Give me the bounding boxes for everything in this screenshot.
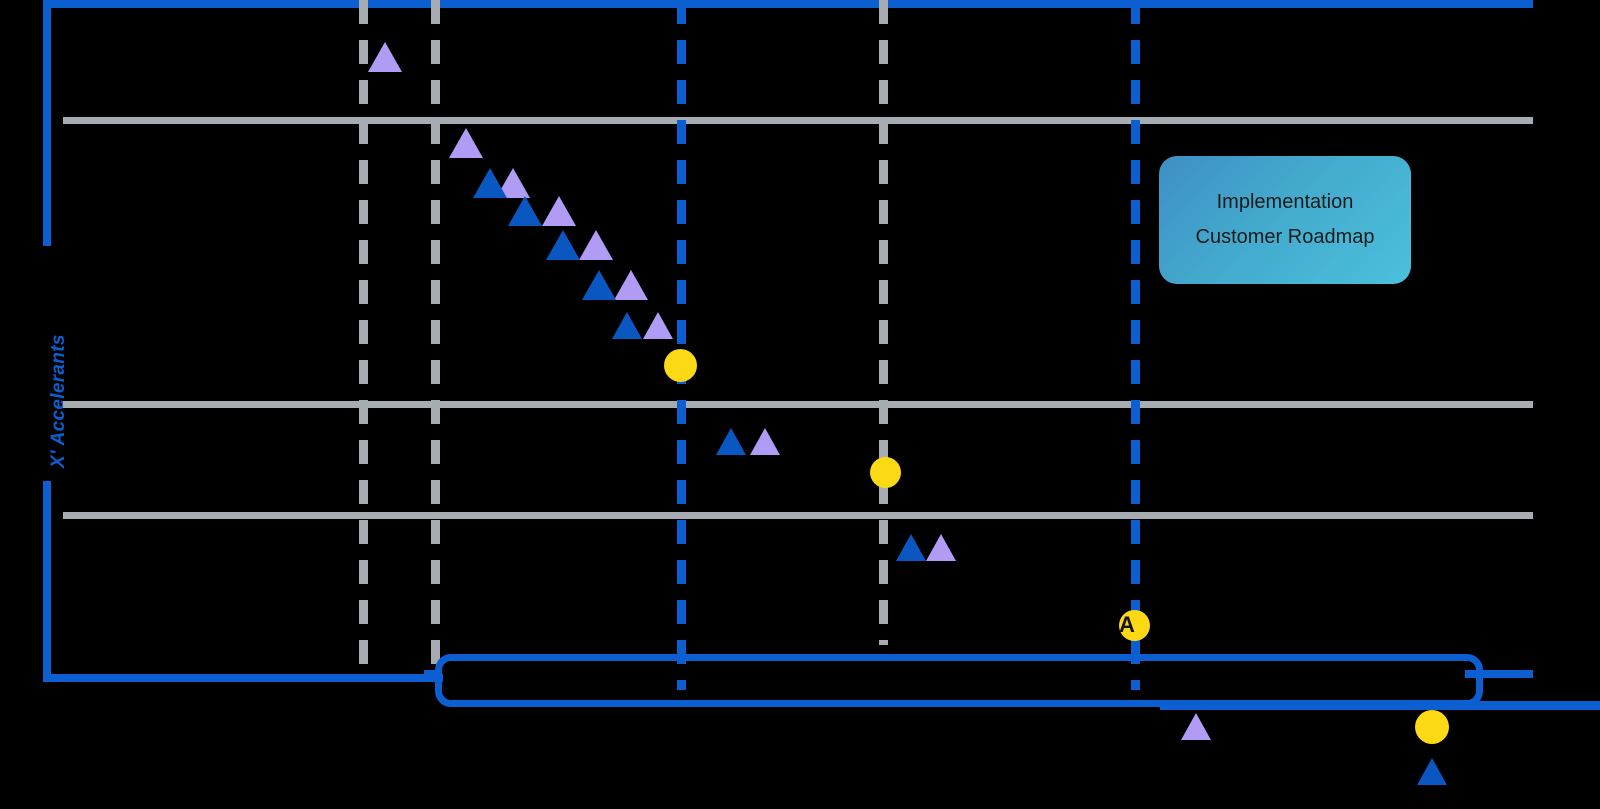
x-axis-top-line	[43, 0, 1533, 8]
data-marker-blue-triangle	[896, 534, 926, 561]
callout-line-1: Implementation	[1216, 191, 1354, 213]
callout-line-2: Customer Roadmap	[1195, 226, 1375, 248]
phase-bar-left-stub	[424, 670, 442, 677]
data-marker-purple-triangle	[614, 270, 648, 300]
data-marker-yellow-circle	[664, 349, 697, 382]
y-axis-lower-segment	[43, 481, 51, 682]
data-marker-blue-triangle	[716, 428, 746, 455]
milestone-line-gray-1	[359, 0, 368, 678]
milestone-line-gray-3	[879, 0, 888, 645]
legend-strip	[1160, 701, 1600, 710]
callout-implementation-customer-roadmap[interactable]: Implementation Customer Roadmap	[1159, 156, 1411, 284]
x-axis-baseline-left	[43, 674, 443, 682]
gridline-horizontal-1	[63, 117, 1533, 124]
milestone-line-gray-2	[431, 0, 440, 678]
gridline-horizontal-3	[63, 512, 1533, 519]
data-marker-purple-triangle	[643, 312, 673, 339]
phase-bar[interactable]	[435, 654, 1483, 707]
data-marker-blue-triangle	[546, 230, 580, 260]
data-marker-yellow-circle	[870, 457, 901, 488]
data-marker-purple-triangle	[750, 428, 780, 455]
data-marker-purple-triangle	[368, 42, 402, 72]
data-marker-purple-triangle	[542, 196, 576, 226]
legend-marker-blue-triangle	[1417, 758, 1447, 785]
legend-marker-yellow-circle	[1415, 710, 1449, 744]
data-marker-purple-triangle	[926, 534, 956, 561]
legend-marker-purple-triangle	[1181, 713, 1211, 740]
mouse-cursor-icon: A	[1119, 612, 1135, 637]
data-marker-purple-triangle	[449, 128, 483, 158]
milestone-line-blue-1	[677, 0, 686, 690]
data-marker-blue-triangle	[508, 196, 542, 226]
gridline-horizontal-2	[63, 401, 1533, 408]
data-marker-blue-triangle	[612, 312, 642, 339]
y-axis-upper-segment	[43, 0, 51, 246]
data-marker-purple-triangle	[579, 230, 613, 260]
roadmap-chart: X' Accelerants A Implementation Customer…	[0, 0, 1600, 809]
milestone-line-blue-2	[1131, 0, 1140, 690]
data-marker-blue-triangle	[473, 168, 507, 198]
data-marker-blue-triangle	[582, 270, 616, 300]
